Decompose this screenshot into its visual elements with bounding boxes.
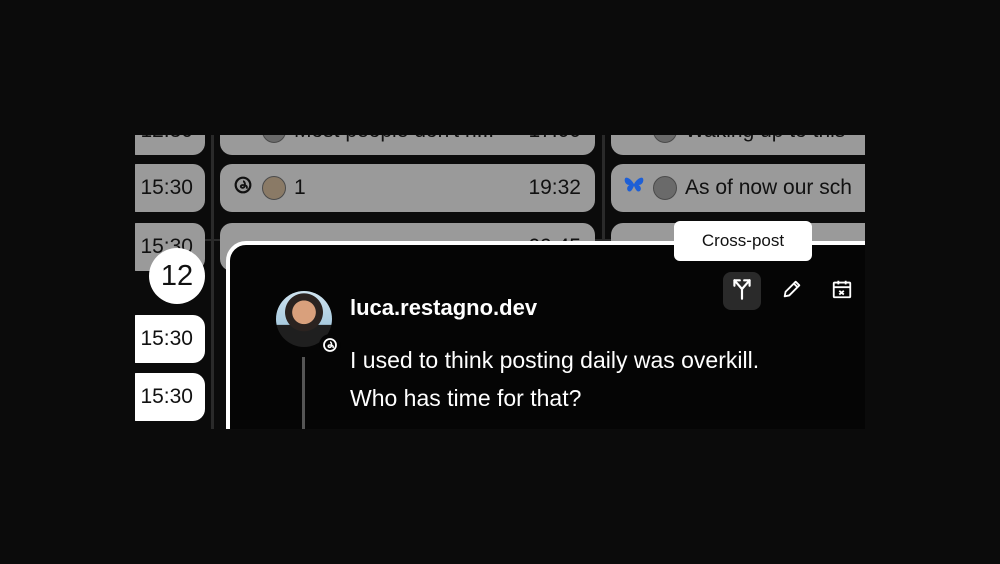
- threads-icon: [319, 334, 341, 356]
- calendar-icon: [831, 278, 853, 305]
- calendar-viewport: 12:30 Most people don't h... 17:00 Wakin…: [135, 135, 865, 429]
- post-time: 12:30: [140, 135, 193, 143]
- thread-connector: [302, 357, 305, 429]
- username[interactable]: luca.restagno.dev: [350, 295, 537, 321]
- scheduled-post-card[interactable]: 15:30: [135, 164, 205, 212]
- scheduled-post-card[interactable]: 15:30: [135, 373, 205, 421]
- scheduled-post-card[interactable]: 12:30: [135, 135, 205, 155]
- post-preview: Waking up to this: [685, 135, 845, 143]
- butterfly-icon: [623, 135, 645, 144]
- pencil-icon: [781, 278, 803, 305]
- cross-post-tooltip: Cross-post: [674, 221, 812, 261]
- day-number-badge[interactable]: 12: [149, 248, 205, 304]
- post-text-line: Who has time for that?: [350, 385, 582, 411]
- avatar: [262, 135, 286, 143]
- scheduled-post-card[interactable]: 15:30: [135, 315, 205, 363]
- column-divider: [211, 135, 214, 429]
- post-time: 15:30: [140, 327, 193, 350]
- post-text-line: I used to think posting daily was overki…: [350, 347, 760, 373]
- scheduled-post-card[interactable]: Waking up to this: [611, 135, 865, 155]
- scheduled-post-card[interactable]: 1 19:32: [220, 164, 595, 212]
- butterfly-icon: [623, 175, 645, 201]
- edit-button[interactable]: [773, 272, 811, 310]
- schedule-button[interactable]: [823, 272, 861, 310]
- threads-icon: [232, 174, 254, 202]
- cross-post-button[interactable]: [723, 272, 761, 310]
- scheduled-post-card[interactable]: As of now our sch: [611, 164, 865, 212]
- post-preview: As of now our sch: [685, 176, 852, 199]
- post-time: 15:30: [140, 176, 193, 199]
- scheduled-post-card[interactable]: Most people don't h... 17:00: [220, 135, 595, 155]
- avatar: [262, 176, 286, 200]
- post-text: I used to think posting daily was overki…: [350, 341, 865, 417]
- post-time: 15:30: [140, 385, 193, 408]
- avatar: [653, 135, 677, 143]
- post-time: 19:32: [528, 176, 581, 199]
- post-preview: 1: [294, 176, 306, 199]
- avatar: [653, 176, 677, 200]
- cross-post-icon: [729, 276, 755, 307]
- post-time: 17:00: [528, 135, 595, 143]
- butterfly-icon: [232, 135, 254, 144]
- post-preview: Most people don't h...: [294, 135, 520, 143]
- post-detail-card: luca.restagno.dev I used to think postin…: [226, 241, 865, 429]
